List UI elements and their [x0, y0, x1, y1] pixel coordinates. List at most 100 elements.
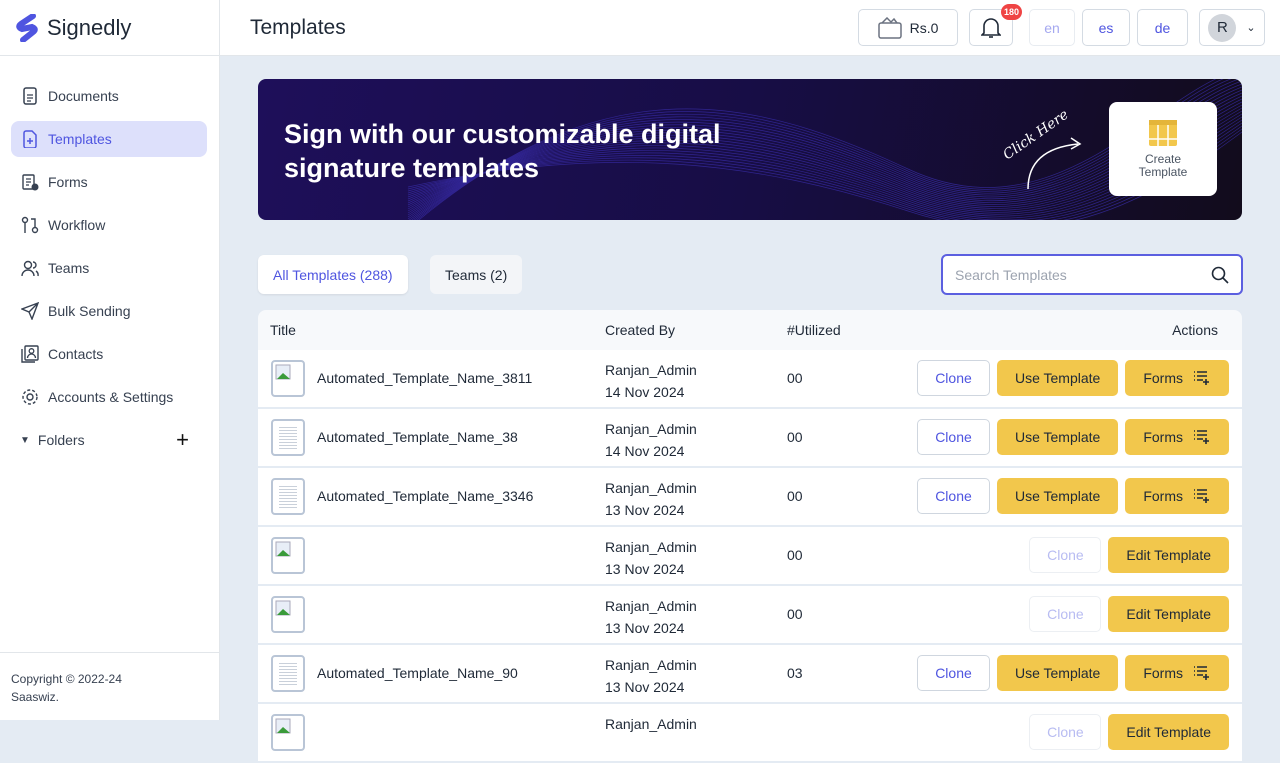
clone-button-disabled: Clone [1029, 714, 1102, 750]
add-folder-icon[interactable]: + [176, 427, 189, 453]
clone-button[interactable]: Clone [916, 478, 990, 514]
avatar: R [1208, 13, 1237, 42]
use-template-button[interactable]: Use Template [996, 478, 1119, 514]
folders-toggle[interactable]: ▼ Folders + [20, 422, 189, 458]
banner-headline: Sign with our customizable digital signa… [284, 119, 721, 183]
creator-name: Ranjan_Admin [605, 598, 697, 614]
send-icon [21, 302, 39, 320]
edit-template-button[interactable]: Edit Template [1108, 714, 1229, 750]
search-icon[interactable] [1211, 266, 1229, 284]
table-row[interactable]: Automated_Template_Name_3811 Ranjan_Admi… [258, 350, 1242, 407]
tab-teams[interactable]: Teams (2) [430, 255, 523, 294]
forms-button[interactable]: Forms [1125, 419, 1229, 455]
utilized-count: 00 [787, 606, 803, 622]
creator-name: Ranjan_Admin [605, 716, 697, 732]
header-actions: Actions [1172, 322, 1218, 338]
template-title[interactable]: Automated_Template_Name_3811 [317, 370, 532, 386]
edit-template-button[interactable]: Edit Template [1108, 596, 1229, 632]
template-title[interactable]: Automated_Template_Name_90 [317, 665, 518, 681]
lang-de-button[interactable]: de [1137, 9, 1188, 46]
lang-es-button[interactable]: es [1082, 9, 1130, 46]
logo[interactable]: Signedly [0, 0, 219, 56]
clone-button-disabled: Clone [1029, 537, 1102, 573]
sidebar-item-label: Bulk Sending [48, 303, 131, 319]
creator-name: Ranjan_Admin [605, 480, 697, 496]
sidebar-item-label: Documents [48, 88, 119, 104]
table-row[interactable]: Automated_Template_Name_3346 Ranjan_Admi… [258, 468, 1242, 525]
use-template-button[interactable]: Use Template [996, 360, 1119, 396]
chevron-down-icon: ⌄ [1246, 22, 1256, 34]
created-date: 14 Nov 2024 [605, 443, 685, 459]
sidebar-item-label: Teams [48, 260, 90, 276]
template-icon [23, 130, 37, 148]
created-by: Ranjan_Admin 13 Nov 2024 [605, 536, 697, 580]
wallet-button[interactable]: Rs.0 [858, 9, 958, 46]
lang-en-button[interactable]: en [1029, 9, 1075, 46]
created-by: Ranjan_Admin 13 Nov 2024 [605, 595, 697, 639]
table-row[interactable]: Ranjan_Admin 13 Nov 2024 00 Clone Edit Tem… [258, 586, 1242, 643]
template-thumbnail [271, 537, 305, 574]
sidebar-item-workflow[interactable]: Workflow [11, 207, 207, 243]
sidebar-item-templates[interactable]: Templates [11, 121, 207, 157]
sidebar-item-accounts-settings[interactable]: Accounts & Settings [11, 379, 207, 415]
sidebar-item-bulk-sending[interactable]: Bulk Sending [11, 293, 207, 329]
app-name: Signedly [47, 14, 132, 40]
caret-down-icon: ▼ [20, 434, 30, 446]
table-row[interactable]: Automated_Template_Name_38 Ranjan_Admin 1… [258, 409, 1242, 466]
forms-button[interactable]: Forms [1125, 478, 1229, 514]
clone-button[interactable]: Clone [916, 655, 990, 691]
create-template-button[interactable]: Create Template [1109, 102, 1217, 196]
template-grid-icon [1149, 120, 1177, 146]
gear-icon [22, 389, 38, 405]
clone-button[interactable]: Clone [916, 419, 990, 455]
search-input[interactable] [955, 266, 1211, 283]
forms-button[interactable]: Forms [1125, 655, 1229, 691]
wallet-balance: Rs.0 [909, 19, 939, 36]
tab-all-templates[interactable]: All Templates (288) [258, 255, 408, 294]
list-add-icon [1194, 430, 1209, 444]
template-title[interactable]: Automated_Template_Name_38 [317, 429, 518, 445]
forms-label: Forms [1143, 488, 1183, 504]
table-row[interactable]: Ranjan_Admin 13 Nov 2024 00 Clone Edit Tem… [258, 527, 1242, 584]
table-row[interactable]: Automated_Template_Name_90 Ranjan_Admin 1… [258, 645, 1242, 702]
template-title[interactable]: Automated_Template_Name_3346 [317, 488, 533, 504]
table-row[interactable]: Ranjan_Admin Clone Edit Template [258, 704, 1242, 761]
sidebar-item-documents[interactable]: Documents [11, 78, 207, 114]
sidebar: Signedly Documents Templates Forms Workflow… [0, 0, 220, 720]
creator-name: Ranjan_Admin [605, 421, 697, 437]
list-add-icon [1194, 371, 1209, 385]
row-actions: Clone Edit Template [1029, 537, 1229, 573]
row-actions: Clone Use Template Forms [916, 360, 1229, 396]
template-thumbnail [271, 419, 305, 456]
contacts-icon [21, 345, 39, 363]
sidebar-item-forms[interactable]: Forms [11, 164, 207, 200]
created-date: 13 Nov 2024 [605, 502, 685, 518]
sidebar-item-label: Accounts & Settings [48, 389, 174, 405]
bell-icon [981, 17, 1001, 38]
sidebar-item-teams[interactable]: Teams [11, 250, 207, 286]
forms-button[interactable]: Forms [1125, 360, 1229, 396]
notifications-button[interactable]: 180 [969, 4, 1022, 46]
created-by: Ranjan_Admin 14 Nov 2024 [605, 418, 697, 462]
creator-name: Ranjan_Admin [605, 657, 697, 673]
company-name: Saaswiz. [11, 690, 60, 704]
use-template-button[interactable]: Use Template [996, 655, 1119, 691]
copyright: Copyright © 2022-24 Saaswiz. [0, 652, 219, 720]
utilized-count: 00 [787, 370, 803, 386]
created-date: 14 Nov 2024 [605, 384, 685, 400]
use-template-button[interactable]: Use Template [996, 419, 1119, 455]
sidebar-item-contacts[interactable]: Contacts [11, 336, 207, 372]
template-thumbnail [271, 360, 305, 397]
clone-button-disabled: Clone [1029, 596, 1102, 632]
clone-button[interactable]: Clone [916, 360, 990, 396]
row-actions: Clone Edit Template [1029, 714, 1229, 750]
forms-label: Forms [1143, 370, 1183, 386]
creator-name: Ranjan_Admin [605, 362, 697, 378]
user-menu[interactable]: R ⌄ [1199, 9, 1265, 46]
sidebar-item-label: Templates [48, 131, 112, 147]
creator-name: Ranjan_Admin [605, 539, 697, 555]
template-thumbnail [271, 596, 305, 633]
sidebar-item-label: Contacts [48, 346, 104, 362]
edit-template-button[interactable]: Edit Template [1108, 537, 1229, 573]
row-actions: Clone Edit Template [1029, 596, 1229, 632]
